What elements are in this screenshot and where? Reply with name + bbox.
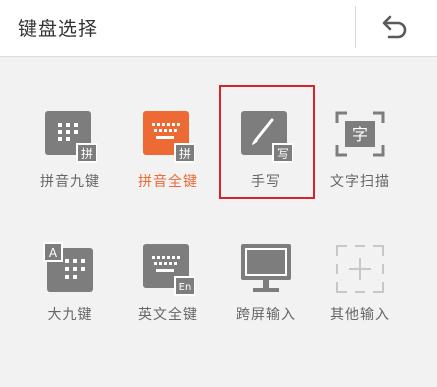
english-badge-text: En	[179, 282, 192, 293]
keyboard-option-label: 文字扫描	[330, 174, 390, 190]
big9-badge-text: A	[49, 246, 58, 260]
pinyin-full-icon: 拼	[141, 109, 195, 163]
keyboard-option-label: 拼音九键	[40, 174, 100, 190]
scan-badge-text: 字	[352, 125, 368, 144]
keyboard-option-other-input[interactable]: 其他输入	[312, 242, 408, 360]
pinyin-badge-text: 拼	[81, 147, 93, 161]
keyboard-option-pinyin-full[interactable]: 拼 拼音全键	[120, 109, 216, 227]
pinyin-badge-text: 拼	[179, 147, 191, 161]
keyboard-option-pinyin-9key[interactable]: 拼 拼音九键	[22, 109, 118, 227]
header-divider	[355, 6, 356, 48]
page-title: 键盘选择	[18, 18, 99, 40]
keyboard-option-label: 大九键	[47, 307, 93, 323]
keyboard-option-label: 拼音全键	[138, 174, 198, 190]
text-scan-icon: 字	[333, 109, 387, 163]
keyboard-option-label: 英文全键	[138, 307, 198, 323]
keyboard-option-text-scan[interactable]: 字 文字扫描	[312, 109, 408, 227]
english-full-icon: En	[141, 242, 195, 296]
keyboard-option-label: 跨屏输入	[236, 307, 296, 323]
back-button[interactable]	[373, 10, 413, 46]
keyboard-option-big-9key[interactable]: A 大九键	[22, 242, 118, 360]
pinyin-9key-icon: 拼	[43, 109, 97, 163]
selection-highlight	[219, 85, 315, 199]
header: 键盘选择	[0, 0, 437, 57]
add-placeholder-icon	[333, 242, 387, 296]
monitor-icon	[239, 242, 293, 296]
undo-icon	[382, 15, 407, 39]
big-9key-icon: A	[43, 242, 97, 296]
keyboard-option-cross-screen[interactable]: 跨屏输入	[218, 242, 314, 360]
keyboard-option-label: 其他输入	[330, 307, 390, 323]
keyboard-option-english-full[interactable]: En 英文全键	[120, 242, 216, 360]
